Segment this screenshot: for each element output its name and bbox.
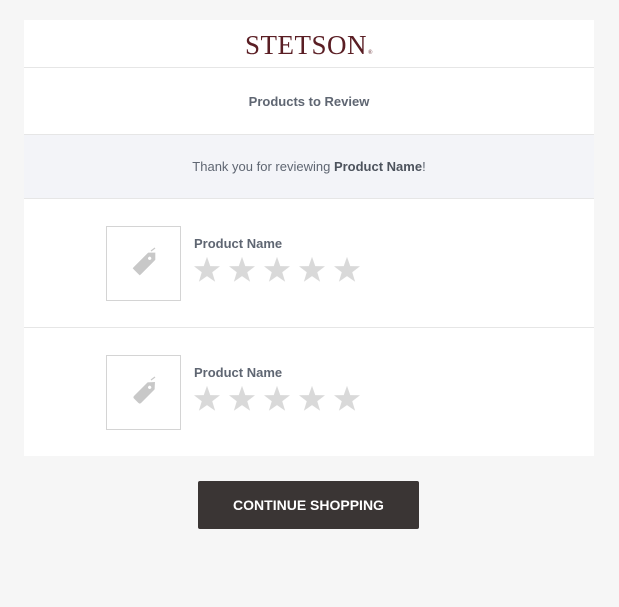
stetson-logo[interactable]: STETSON® (245, 30, 373, 61)
star-icon[interactable] (332, 384, 362, 414)
product-name: Product Name (194, 365, 283, 380)
thanks-suffix: ! (422, 159, 426, 174)
product-row: Product Name (24, 327, 594, 456)
product-thumbnail[interactable] (106, 355, 181, 430)
tag-icon (133, 376, 155, 403)
thanks-prefix: Thank you for reviewing (192, 159, 331, 174)
section-title: Products to Review (24, 68, 594, 135)
thanks-banner: Thank you for reviewing Product Name! (24, 135, 594, 199)
star-icon[interactable] (262, 384, 292, 414)
star-icon[interactable] (192, 384, 222, 414)
product-thumbnail[interactable] (106, 226, 181, 301)
continue-shopping-button[interactable]: CONTINUE SHOPPING (198, 481, 419, 529)
product-row: Product Name (24, 199, 594, 327)
star-rating[interactable] (192, 384, 362, 414)
star-icon[interactable] (227, 255, 257, 285)
tag-icon (132, 247, 155, 275)
thanks-product-name: Product Name (333, 159, 423, 174)
star-icon[interactable] (297, 384, 327, 414)
registered-mark: ® (367, 50, 374, 56)
star-rating[interactable] (192, 255, 362, 285)
star-icon[interactable] (297, 255, 327, 285)
product-name: Product Name (194, 236, 283, 251)
header: STETSON® (24, 20, 594, 68)
star-icon[interactable] (332, 255, 362, 285)
review-card: STETSON® Products to Review Thank you fo… (24, 20, 594, 456)
star-icon[interactable] (227, 384, 257, 414)
star-icon[interactable] (192, 255, 222, 285)
star-icon[interactable] (262, 255, 292, 285)
logo-text: STETSON (244, 30, 367, 60)
